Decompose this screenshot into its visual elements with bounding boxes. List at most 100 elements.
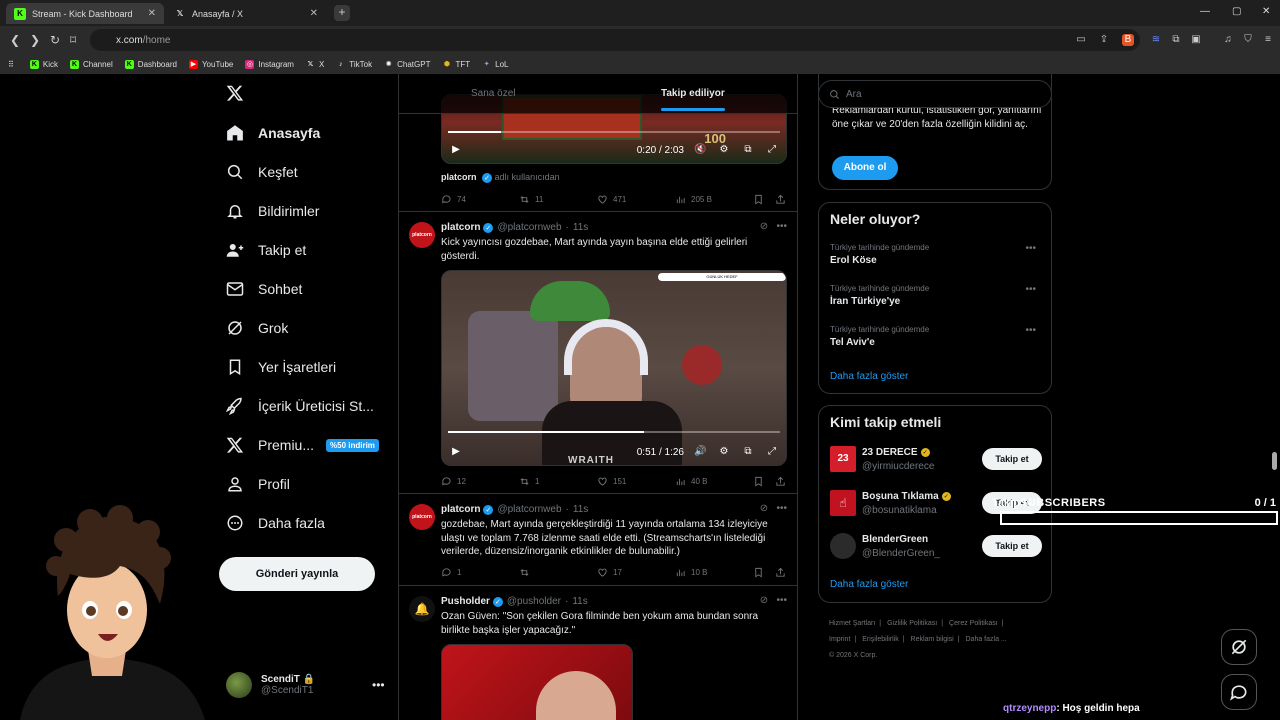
trend-item[interactable]: Türkiye tarihinde gündemde Tel Aviv'e ••… [830,325,1044,348]
tweet-card[interactable]: 🔔 Pusholder ✓ @pusholder · 11s ⊘ ••• Ozan G… [399,586,797,720]
account-more-icon[interactable]: ••• [372,678,385,692]
reload-icon[interactable]: ↻ [50,33,60,47]
repost-button[interactable] [519,567,535,578]
close-tab-icon[interactable]: ✕ [148,8,156,19]
subscribe-button[interactable]: Abone ol [832,156,898,180]
extensions-icon[interactable]: ⧉ [1170,34,1182,46]
more-icon[interactable]: ••• [776,221,787,232]
tab-kick-dashboard[interactable]: K Stream - Kick Dashboard ✕ [6,3,164,24]
avatar[interactable]: platcorn [409,222,435,248]
tweet-video[interactable]: GÜNLÜK HEDEF WRAITH ▶ 0:51 / 1:26 🔊 ⚙ ⧉ … [441,270,787,466]
volume-icon[interactable]: 🔊 [694,446,706,458]
settings-icon[interactable]: ⚙ [718,144,730,156]
bookmark-channel[interactable]: K Channel [69,59,113,69]
nav-follow[interactable]: Takip et [226,241,306,259]
pip-icon[interactable]: ⧉ [742,446,754,458]
nav-home[interactable]: Anasayfa [226,124,320,142]
window-close-icon[interactable]: ✕ [1262,6,1270,17]
messages-float-button[interactable] [1221,674,1257,710]
trend-item[interactable]: Türkiye tarihinde gündemde İran Türkiye'… [830,284,1044,307]
nav-messages[interactable]: Sohbet [226,280,302,298]
follow-suggestion[interactable]: BlenderGreen @BlenderGreen_ Takip et [830,533,1042,563]
settings-icon[interactable]: ⚙ [718,446,730,458]
back-icon[interactable]: ❮ [10,33,20,47]
follow-button[interactable]: Takip et [982,448,1042,470]
footer-link[interactable]: Gizlilik Politikası [887,620,937,627]
vpn-icon[interactable]: ⛉ [1242,34,1254,46]
play-icon[interactable]: ▶ [450,144,462,156]
bookmark-button[interactable] [753,194,769,205]
tweet-image[interactable] [441,644,633,720]
footer-link[interactable]: Erişilebilirlik [862,636,899,643]
follow-suggestion[interactable]: 23 23 DERECE ✓ @yirmiucderece Takip et [830,446,1042,476]
sidebar-icon[interactable]: ▣ [1190,34,1202,46]
more-icon[interactable]: ••• [1025,243,1036,254]
play-icon[interactable]: ▶ [450,446,462,458]
mute-icon[interactable]: 🔇 [694,144,706,156]
pip-icon[interactable]: ⧉ [742,144,754,156]
nav-bookmarks[interactable]: Yer İşaretleri [226,358,336,376]
follow-button[interactable]: Takip et [982,535,1042,557]
menu-icon[interactable]: ≡ [1262,34,1274,46]
reply-button[interactable]: 12 [441,476,466,487]
like-button[interactable]: 17 [597,567,622,578]
url-bar[interactable]: x.com/home [90,29,1140,51]
nav-creator-studio[interactable]: İçerik Üreticisi St... [226,397,374,415]
x-home-logo[interactable] [226,84,258,102]
views-button[interactable]: 10 B [675,567,707,578]
bookmark-tiktok[interactable]: ♪ TikTok [336,60,372,69]
tab-following[interactable]: Takip ediliyor [661,88,725,111]
video-progress[interactable] [448,131,780,133]
share-button[interactable] [775,476,791,487]
apps-icon[interactable]: ⠿ [8,60,14,69]
reply-button[interactable]: 74 [441,194,466,205]
bookmark-x[interactable]: 𝕏X [306,60,325,69]
bookmark-page-icon[interactable]: ⌑ [70,33,76,47]
fullscreen-icon[interactable]: ⤢ [766,446,778,458]
fullscreen-icon[interactable]: ⤢ [766,144,778,156]
video-progress[interactable] [448,431,780,433]
more-icon[interactable]: ••• [1025,284,1036,295]
share-button[interactable] [775,567,791,578]
tab-x-home[interactable]: 𝕏 Anasayfa / X ✕ [166,3,326,24]
more-icon[interactable]: ••• [776,503,787,514]
grok-icon[interactable]: ⊘ [760,503,768,514]
bookmark-tft[interactable]: ⬢ TFT [442,60,470,69]
who-to-follow-show-more[interactable]: Daha fazla göster [830,579,908,590]
tweet-card[interactable]: platcorn platcorn ✓ @platcornweb · 11s ⊘ ••… [399,212,797,494]
brave-shield-icon[interactable]: B [1122,34,1134,46]
bookmark-dashboard[interactable]: K Dashboard [124,59,177,69]
close-tab-icon[interactable]: ✕ [310,8,318,19]
bookmark-youtube[interactable]: ▶ YouTube [188,59,233,69]
bookmark-button[interactable] [753,567,769,578]
install-app-icon[interactable]: ▭ [1075,34,1087,46]
nav-notifications[interactable]: Bildirimler [226,202,319,220]
bookmark-lol[interactable]: ✦ LoL [482,60,509,69]
avatar[interactable]: platcorn [409,504,435,530]
views-button[interactable]: 205 B [675,194,712,205]
more-icon[interactable]: ••• [1025,325,1036,336]
nav-more[interactable]: Daha fazla [226,514,325,532]
reply-button[interactable]: 1 [441,567,461,578]
nav-grok[interactable]: Grok [226,319,288,337]
more-icon[interactable]: ••• [776,595,787,606]
bookmark-kick[interactable]: K Kick [29,59,58,69]
bookmark-button[interactable] [753,476,769,487]
trends-show-more[interactable]: Daha fazla göster [830,371,908,382]
wallet-icon[interactable]: ≋ [1150,34,1162,46]
footer-link[interactable]: Daha fazla ... [966,636,1007,643]
post-button[interactable]: Gönderi yayınla [219,557,375,591]
nav-explore[interactable]: Keşfet [226,163,298,181]
share-button[interactable] [775,194,791,205]
views-button[interactable]: 40 B [675,476,707,487]
avatar[interactable]: 🔔 [409,596,435,622]
forward-icon[interactable]: ❯ [30,33,40,47]
new-tab-button[interactable]: + [334,5,350,21]
footer-link[interactable]: Reklam bilgisi [911,636,954,643]
account-switcher[interactable]: ScendiT 🔒 @ScendiT1 [226,672,315,698]
minimize-icon[interactable]: — [1200,6,1210,17]
footer-link[interactable]: Çerez Politikası [949,620,998,627]
share-icon[interactable]: ⇪ [1098,34,1110,46]
like-button[interactable]: 471 [597,194,626,205]
search-input[interactable]: Ara [818,80,1052,108]
